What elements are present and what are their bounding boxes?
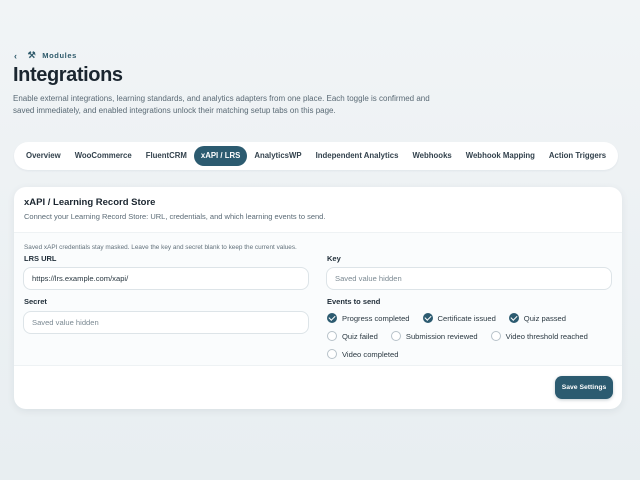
event-progress-completed[interactable]: Progress completed [327, 313, 410, 323]
card-title: xAPI / Learning Record Store [24, 197, 156, 208]
lrs-url-label: LRS URL [24, 254, 57, 263]
tab-webhooks[interactable]: Webhooks [405, 146, 458, 166]
card-subtitle: Connect your Learning Record Store: URL,… [24, 212, 326, 221]
event-label: Video completed [342, 349, 399, 359]
tab-webhook-mapping[interactable]: Webhook Mapping [459, 146, 542, 166]
lrs-url-input[interactable] [23, 267, 309, 290]
credentials-notice: Saved xAPI credentials stay masked. Leav… [24, 244, 297, 251]
checkbox-checked-icon[interactable] [508, 313, 519, 323]
checkbox-unchecked-icon[interactable] [490, 331, 501, 341]
page-description: Enable external integrations, learning s… [13, 94, 430, 115]
event-video-threshold-reached[interactable]: Video threshold reached [490, 331, 588, 341]
chevron-left-icon[interactable]: ‹ [14, 51, 18, 61]
events-label: Events to send [327, 297, 381, 306]
footer-divider [14, 365, 622, 366]
key-input[interactable] [326, 267, 612, 290]
tools-icon: ⚒ [27, 50, 37, 60]
checkbox-unchecked-icon[interactable] [390, 331, 401, 341]
event-label: Quiz passed [523, 313, 567, 323]
save-settings-button[interactable]: Save Settings [555, 376, 613, 399]
checkbox-checked-icon[interactable] [327, 313, 337, 323]
event-label: Video threshold reached [505, 331, 588, 341]
tab-analyticswp[interactable]: AnalyticsWP [247, 146, 308, 166]
tab-action-triggers[interactable]: Action Triggers [542, 146, 613, 166]
events-group: Progress completed Certificate issued Qu… [327, 311, 617, 365]
event-certificate-issued[interactable]: Certificate issued [422, 313, 496, 323]
event-quiz-passed[interactable]: Quiz passed [508, 313, 567, 323]
breadcrumb-label[interactable]: Modules [42, 51, 77, 60]
event-video-completed[interactable]: Video completed [327, 349, 398, 359]
tab-woocommerce[interactable]: WooCommerce [68, 146, 139, 166]
checkbox-checked-icon[interactable] [422, 313, 433, 323]
event-label: Progress completed [342, 313, 410, 323]
tab-overview[interactable]: Overview [19, 146, 68, 166]
page-title: Integrations [13, 64, 123, 86]
secret-input[interactable] [23, 311, 309, 334]
xapi-settings-card: xAPI / Learning Record Store Connect you… [14, 187, 622, 409]
checkbox-unchecked-icon[interactable] [327, 349, 337, 359]
key-label: Key [327, 254, 341, 263]
event-label: Quiz failed [342, 331, 378, 341]
event-submission-reviewed[interactable]: Submission reviewed [390, 331, 478, 341]
secret-label: Secret [24, 297, 47, 306]
tab-xapi-lrs[interactable]: xAPI / LRS [193, 146, 248, 166]
breadcrumb[interactable]: ‹ ⚒ Modules [14, 50, 77, 61]
event-label: Submission reviewed [405, 331, 478, 341]
tab-independent-analytics[interactable]: Independent Analytics [309, 146, 406, 166]
integration-tabs: Overview WooCommerce FluentCRM xAPI / LR… [14, 142, 618, 170]
checkbox-unchecked-icon[interactable] [327, 331, 337, 341]
tab-fluentcrm[interactable]: FluentCRM [139, 146, 194, 166]
event-quiz-failed[interactable]: Quiz failed [327, 331, 378, 341]
event-label: Certificate issued [437, 313, 496, 323]
